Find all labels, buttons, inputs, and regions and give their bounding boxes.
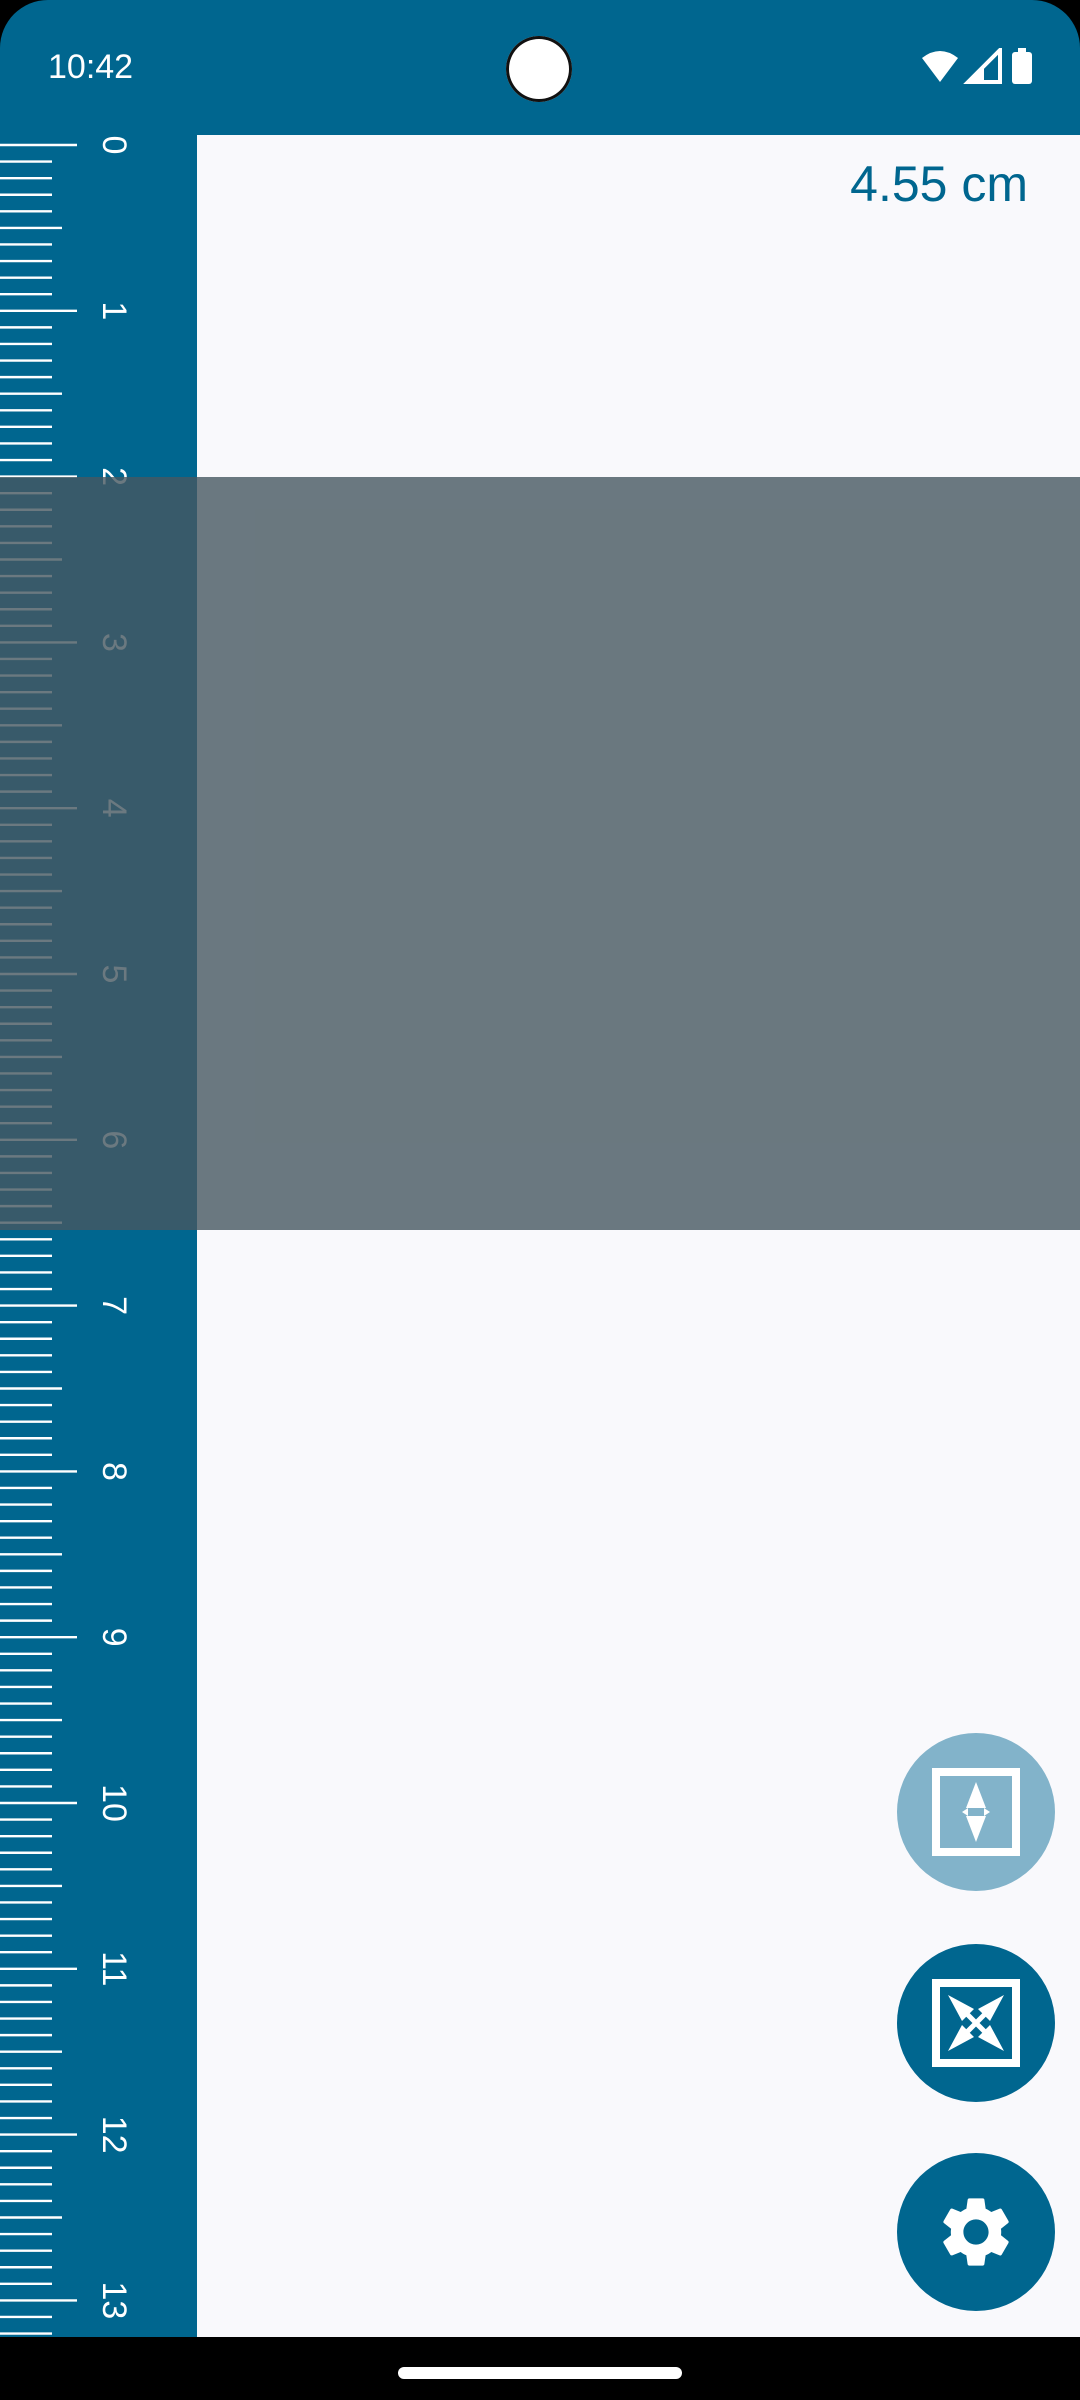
fit-both-button[interactable]: [897, 1944, 1055, 2102]
status-bar: 10:42: [0, 0, 1080, 135]
measurement-selection[interactable]: [0, 477, 1080, 1230]
phone-screen: 10:42 012345678910111213 4.55 cm: [0, 0, 1080, 2400]
ruler-label: 9: [95, 1628, 133, 1647]
diagonal-arrows-icon: [932, 1979, 1020, 2067]
fit-height-button[interactable]: [897, 1733, 1055, 1891]
status-time: 10:42: [48, 48, 134, 86]
ruler-label: 8: [95, 1462, 133, 1481]
ruler[interactable]: 012345678910111213: [0, 135, 197, 2337]
measurement-readout: 4.55 cm: [850, 156, 1028, 212]
gear-icon: [943, 2198, 1009, 2266]
ruler-label: 12: [95, 2116, 133, 2154]
ruler-label: 10: [95, 1784, 133, 1822]
ruler-label: 7: [95, 1296, 133, 1315]
battery-icon: [1012, 48, 1032, 84]
ruler-label: 1: [95, 301, 133, 320]
home-indicator[interactable]: [398, 2367, 682, 2379]
camera-cutout: [506, 36, 572, 102]
ruler-scale: 012345678910111213: [0, 136, 133, 2335]
status-icons: [920, 48, 1040, 88]
ruler-label: 0: [95, 136, 133, 155]
ruler-label: 11: [95, 1951, 133, 1986]
ruler-label: 13: [95, 2281, 133, 2319]
wifi-icon: [922, 51, 958, 82]
settings-button[interactable]: [897, 2153, 1055, 2311]
signal-icon: [963, 48, 1002, 84]
vertical-arrows-icon: [932, 1768, 1020, 1856]
